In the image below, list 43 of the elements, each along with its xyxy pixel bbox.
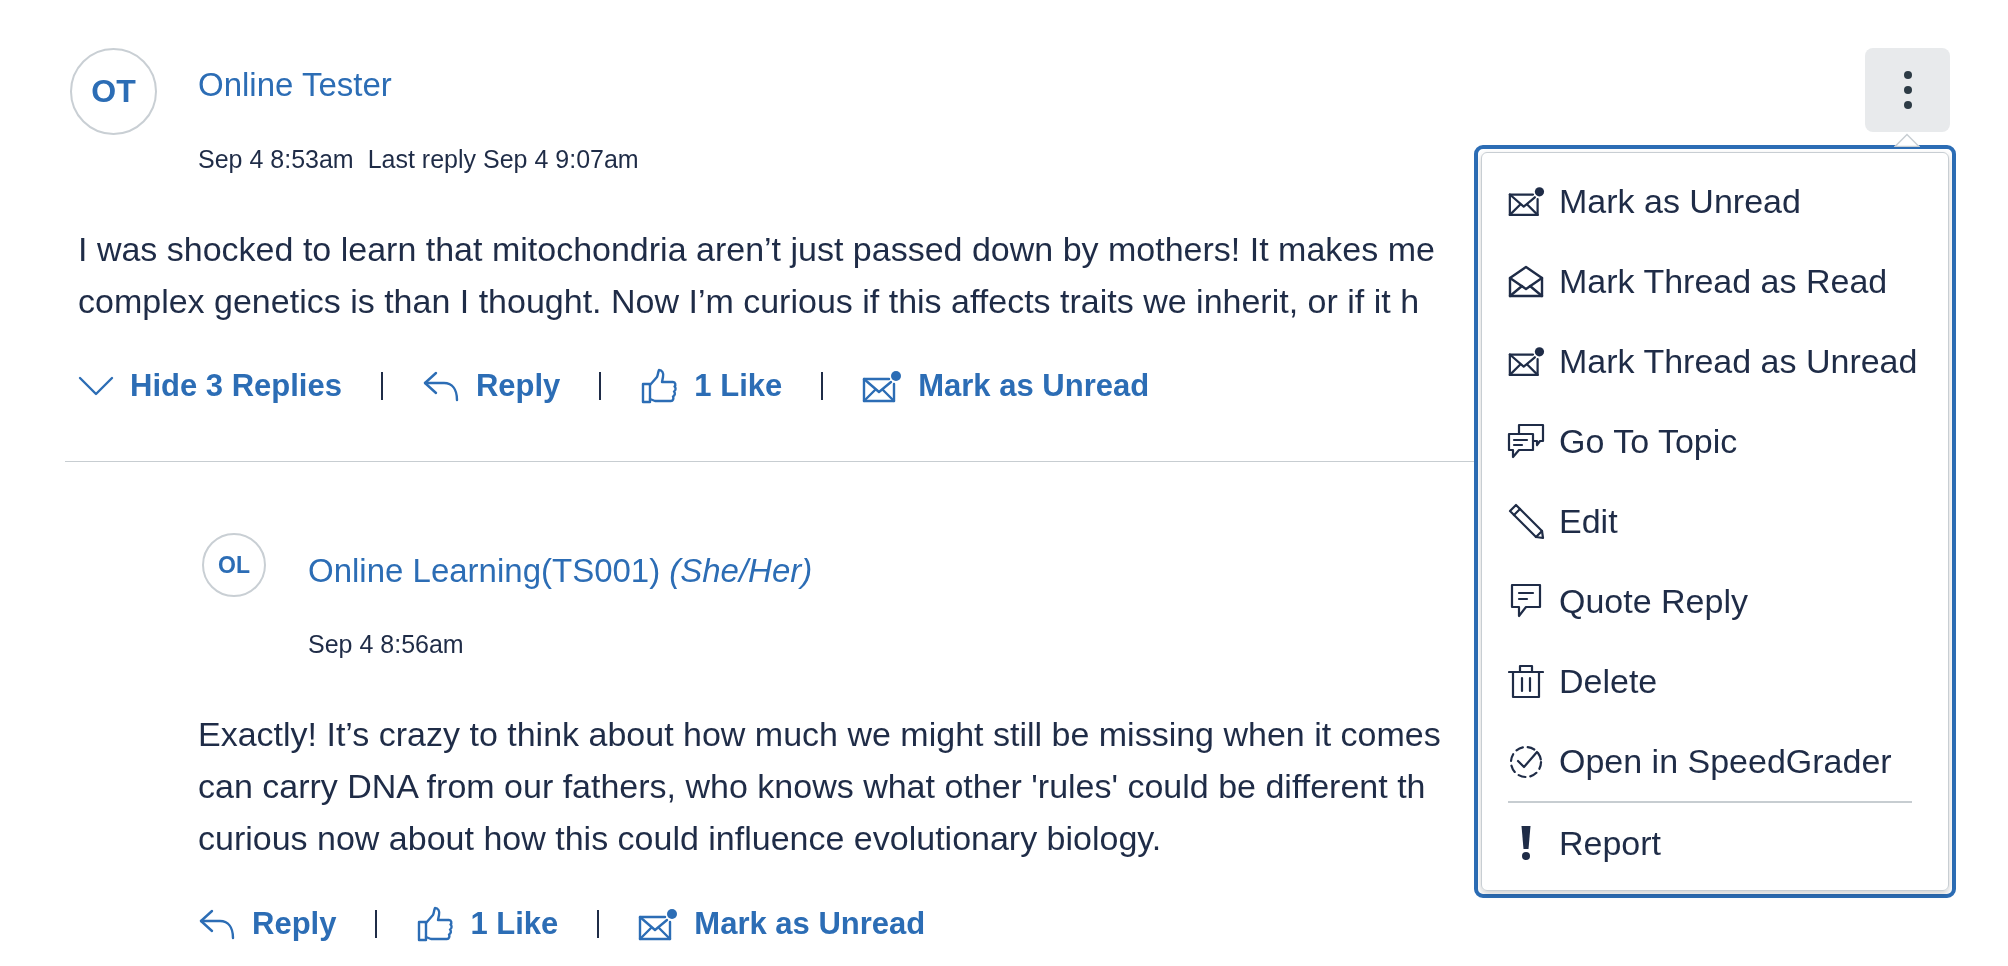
speech-bubbles-icon xyxy=(1507,423,1545,459)
post-body-text: I was shocked to learn that mitochondria aren’t just passed down by mothers! It makes me complex genetics is than I thought. Now I’m curious if this affects traits we inherit, or if it h xyxy=(78,229,1435,322)
action-link[interactable]: Reply xyxy=(421,364,561,408)
envelope-dot-icon xyxy=(1507,345,1545,377)
initials-avatar: OT xyxy=(70,48,157,135)
action-link[interactable]: Mark as Unread xyxy=(862,364,1150,408)
author-name-link[interactable]: Online Learning(TS001) xyxy=(308,551,661,591)
menu-item[interactable]: Open in SpeedGrader xyxy=(1482,721,1948,801)
menu-item[interactable]: Quote Reply xyxy=(1482,561,1948,641)
envelope-dot-icon xyxy=(862,369,903,403)
menu-item[interactable]: Mark Thread as Read xyxy=(1482,241,1948,321)
menu-item[interactable]: Report xyxy=(1482,803,1948,883)
open-envelope-icon xyxy=(1508,264,1544,298)
menu-item[interactable]: Go To Topic xyxy=(1482,401,1948,481)
author-name-link[interactable]: Online Tester xyxy=(198,65,392,105)
reply-arrow-icon xyxy=(198,908,236,940)
action-link[interactable]: Mark as Unread xyxy=(638,902,926,946)
menu-item[interactable]: Delete xyxy=(1482,641,1948,721)
post-body-text: Exactly! It’s crazy to think about how much we might still be missing when it comes can carry DNA from our fathers, who knows what other 'rules' could be different th curious now about how this could influence evolutionary biology. xyxy=(198,714,1441,859)
three-dots-icon xyxy=(1902,70,1913,110)
speech-bubble-icon xyxy=(1510,583,1542,619)
action-link[interactable]: 1 Like xyxy=(416,902,559,946)
menu-item[interactable]: Edit xyxy=(1482,481,1948,561)
action-link[interactable]: 1 Like xyxy=(640,364,783,408)
pronouns-text: (She/Her) xyxy=(669,551,813,591)
more-options-button[interactable] xyxy=(1865,48,1950,132)
last-reply-text: Last reply Sep 4 9:07am xyxy=(367,144,639,174)
initials-avatar: OL xyxy=(202,533,266,597)
envelope-dot-icon xyxy=(1507,185,1545,217)
post-date-text: Sep 4 8:53am xyxy=(198,144,354,174)
dashed-circle-check-icon xyxy=(1508,743,1544,779)
toggle-replies-button[interactable]: Hide 3 Replies xyxy=(78,364,342,408)
post-date-text: Sep 4 8:56am xyxy=(308,629,464,659)
exclamation-icon xyxy=(1520,825,1532,861)
thumbs-up-icon xyxy=(416,906,455,942)
reply-arrow-icon xyxy=(421,370,460,402)
envelope-dot-icon xyxy=(638,907,679,941)
thumbs-up-icon xyxy=(640,368,679,404)
action-link[interactable]: Reply xyxy=(198,902,337,946)
menu-item[interactable]: Mark as Unread xyxy=(1482,161,1948,241)
trash-icon xyxy=(1508,663,1544,699)
pencil-icon xyxy=(1507,502,1545,540)
menu-item[interactable]: Mark Thread as Unread xyxy=(1482,321,1948,401)
